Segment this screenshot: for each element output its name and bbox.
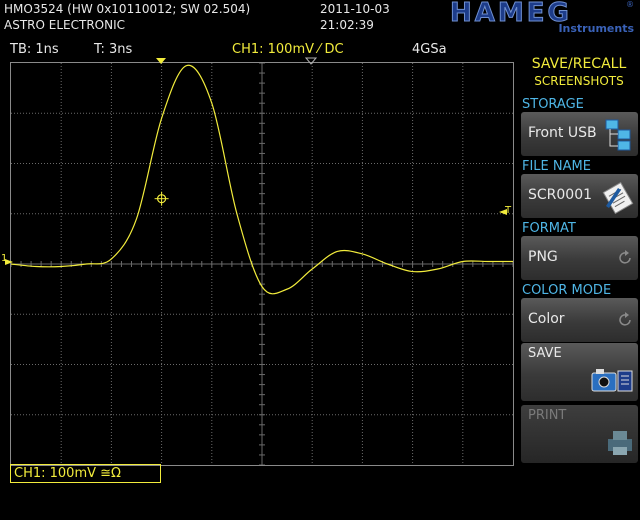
storage-label: STORAGE — [522, 97, 584, 112]
ch1-level-arrow[interactable] — [4, 258, 14, 266]
printer-icon — [608, 431, 632, 455]
logo-subtitle: Instruments — [558, 22, 634, 35]
hameg-logo: HAMEG ® Instruments — [450, 0, 636, 36]
filename-button[interactable]: SCR0001 — [521, 174, 638, 218]
trigger-level-marker[interactable]: T — [505, 205, 511, 216]
menu-title: SAVE/RECALL — [531, 56, 627, 72]
print-label: PRINT — [528, 408, 567, 423]
filename-label: FILE NAME — [522, 159, 591, 174]
timebase-readout[interactable]: TB: 1ns — [10, 42, 59, 57]
format-value: PNG — [528, 249, 558, 265]
rotate-icon — [619, 250, 631, 264]
center-marker — [305, 57, 317, 65]
menu-subtitle: SCREENSHOTS — [534, 74, 624, 88]
edit-document-icon — [602, 181, 634, 214]
storage-button[interactable]: Front USB — [521, 112, 638, 156]
format-label: FORMAT — [522, 221, 576, 236]
instrument-model: HMO3524 (HW 0x10110012; SW 02.504) — [4, 2, 251, 16]
logo-registered: ® — [626, 0, 634, 9]
trigger-time-readout[interactable]: T: 3ns — [94, 42, 132, 57]
save-label: SAVE — [528, 346, 562, 361]
filename-value: SCR0001 — [528, 187, 593, 203]
color-mode-value: Color — [528, 311, 565, 327]
format-button[interactable]: PNG — [521, 236, 638, 280]
trigger-position-marker[interactable] — [155, 57, 167, 65]
rotate-icon — [619, 312, 631, 326]
folder-tree-icon — [605, 119, 631, 151]
channel-readout[interactable]: CH1: 100mV ⁄ DC — [232, 42, 344, 57]
color-mode-label: COLOR MODE — [522, 283, 612, 298]
logo-word: HAMEG — [450, 0, 572, 28]
print-button[interactable]: PRINT — [521, 405, 638, 463]
save-button[interactable]: SAVE — [521, 343, 638, 401]
color-mode-button[interactable]: Color — [521, 298, 638, 342]
sample-rate-readout: 4GSa — [412, 42, 447, 57]
time-display: 21:02:39 — [320, 18, 374, 32]
storage-value: Front USB — [528, 125, 597, 141]
company-name: ASTRO ELECTRONIC — [4, 18, 125, 32]
waveform-plot[interactable] — [10, 62, 514, 466]
scope-display[interactable] — [10, 62, 514, 466]
date-display: 2011-10-03 — [320, 2, 390, 16]
ch1-settings-box[interactable]: CH1: 100mV ≅Ω — [10, 464, 161, 483]
camera-save-icon — [591, 369, 633, 392]
